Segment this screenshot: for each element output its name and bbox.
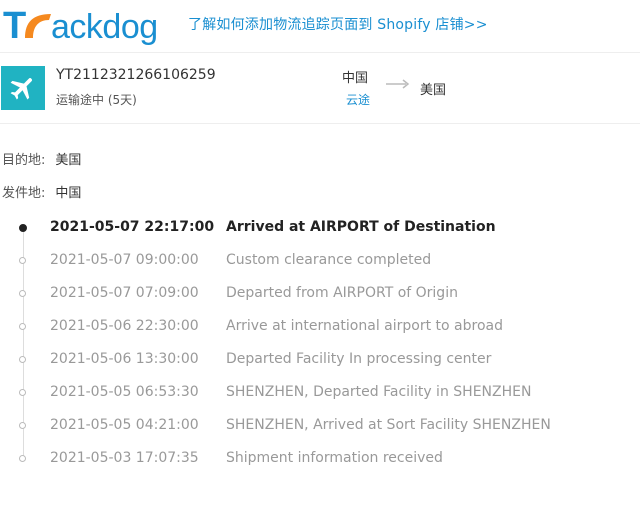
event-time: 2021-05-03 17:07:35: [50, 450, 199, 466]
timeline-event: 2021-05-03 17:07:35 Shipment information…: [0, 443, 640, 476]
route-origin: 中国: [342, 71, 369, 86]
event-time: 2021-05-05 04:21:00: [50, 417, 199, 433]
svg-text:T: T: [3, 5, 26, 46]
timeline-event: 2021-05-07 22:17:00 Arrived at AIRPORT o…: [0, 212, 640, 245]
tracking-summary[interactable]: YT2112321266106259 运输途中 (5天) 中国 云途 美国: [0, 53, 640, 124]
timeline-event: 2021-05-06 13:30:00 Departed Facility In…: [0, 344, 640, 377]
timeline-event: 2021-05-07 07:09:00 Departed from AIRPOR…: [0, 278, 640, 311]
shipment-status: 运输途中 (5天): [56, 93, 137, 107]
origin-value: 中国: [55, 186, 82, 201]
event-description: SHENZHEN, Departed Facility in SHENZHEN: [226, 384, 532, 400]
timeline-event: 2021-05-07 09:00:00 Custom clearance com…: [0, 245, 640, 278]
timeline-dot: [19, 323, 26, 330]
timeline-dot: [19, 356, 26, 363]
event-time: 2021-05-05 06:53:30: [50, 384, 199, 400]
timeline-dot: [19, 257, 26, 264]
header: T ackdog 了解如何添加物流追踪页面到 Shopify 店铺>>: [0, 0, 640, 53]
event-description: Custom clearance completed: [226, 252, 432, 268]
timeline-dot: [19, 422, 26, 429]
event-time: 2021-05-07 07:09:00: [50, 285, 199, 301]
timeline-dot: [19, 455, 26, 462]
arrow-right-icon: [386, 79, 410, 89]
trackdog-logo[interactable]: T ackdog: [3, 2, 173, 46]
event-time: 2021-05-07 22:17:00: [50, 219, 215, 235]
shopify-guide-link[interactable]: 了解如何添加物流追踪页面到 Shopify 店铺>>: [188, 14, 488, 34]
timeline-event: 2021-05-05 06:53:30 SHENZHEN, Departed F…: [0, 377, 640, 410]
timeline-event: 2021-05-05 04:21:00 SHENZHEN, Arrived at…: [0, 410, 640, 443]
destination-label: 目的地:: [2, 153, 46, 168]
event-description: Arrive at international airport to abroa…: [226, 318, 503, 334]
event-description: Shipment information received: [226, 450, 443, 466]
event-description: Departed from AIRPORT of Origin: [226, 285, 458, 301]
event-description: Arrived at AIRPORT of Destination: [226, 219, 496, 235]
timeline-dot: [19, 389, 26, 396]
event-description: SHENZHEN, Arrived at Sort Facility SHENZ…: [226, 417, 551, 433]
svg-text:ackdog: ackdog: [51, 8, 158, 46]
airplane-icon: [1, 66, 45, 110]
event-time: 2021-05-06 22:30:00: [50, 318, 199, 334]
event-time: 2021-05-07 09:00:00: [50, 252, 199, 268]
origin-label: 发件地:: [2, 186, 46, 201]
event-time: 2021-05-06 13:30:00: [50, 351, 199, 367]
timeline-dot: [19, 290, 26, 297]
tracking-number: YT2112321266106259: [56, 67, 216, 83]
carrier-name[interactable]: 云途: [346, 91, 370, 108]
route-destination: 美国: [420, 83, 447, 98]
timeline-event: 2021-05-06 22:30:00 Arrive at internatio…: [0, 311, 640, 344]
timeline-dot: [19, 224, 27, 232]
event-description: Departed Facility In processing center: [226, 351, 492, 367]
destination-value: 美国: [55, 153, 82, 168]
destination-info: 目的地: 美国: [2, 149, 81, 168]
origin-info: 发件地: 中国: [2, 182, 81, 201]
